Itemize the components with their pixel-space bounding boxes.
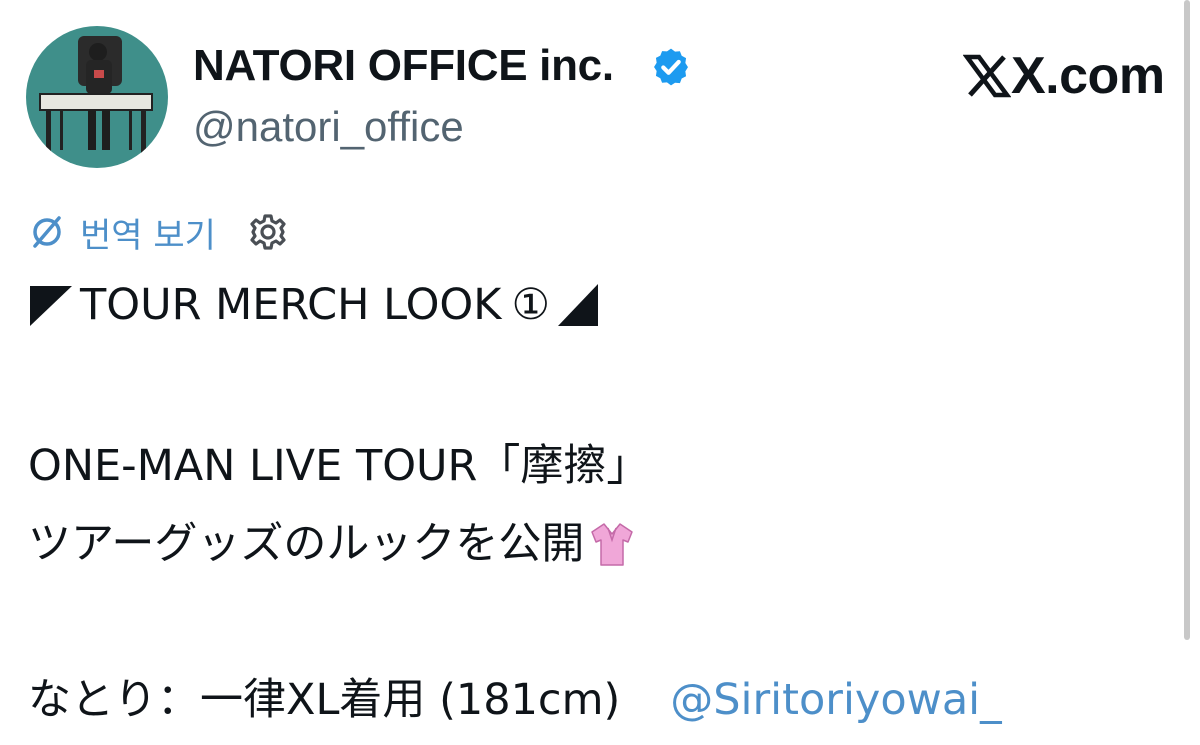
post-card: NATORI OFFICE inc. @natori_office X.com … bbox=[0, 0, 1200, 745]
goods-text: ツアーグッズのルックを公開 bbox=[28, 519, 585, 569]
post-line-tour: ONE-MAN LIVE TOUR「摩擦」 bbox=[28, 441, 650, 491]
title-text: TOUR MERCH LOOK bbox=[80, 280, 502, 330]
translate-button[interactable]: 번역 보기 bbox=[80, 208, 216, 257]
translate-row: 번역 보기 bbox=[28, 208, 288, 257]
circled-number: ① bbox=[511, 280, 551, 330]
translate-slash-icon bbox=[33, 216, 61, 248]
x-logo-icon bbox=[963, 54, 1011, 98]
post-line-goods: ツアーグッズのルックを公開 bbox=[28, 516, 636, 572]
mention-link[interactable]: @Siritoriyowai_ bbox=[670, 672, 1001, 728]
author-handle[interactable]: @natori_office bbox=[193, 101, 464, 153]
source-logo-text: X.com bbox=[1011, 47, 1165, 105]
source-logo: X.com bbox=[963, 48, 1165, 104]
post-line-title: TOUR MERCH LOOK ① bbox=[28, 277, 600, 333]
scrollbar[interactable] bbox=[1184, 0, 1190, 640]
corner-bracket-bottom-right-icon bbox=[558, 284, 599, 326]
post-line-wear: なとり：一律XL着用 (181cm) @Siritoriyowai_ bbox=[28, 672, 1002, 728]
gear-icon[interactable] bbox=[248, 212, 288, 252]
avatar[interactable] bbox=[26, 26, 168, 168]
verified-badge-icon bbox=[654, 48, 688, 86]
blouse-icon bbox=[591, 523, 634, 566]
wear-text: なとり：一律XL着用 (181cm) bbox=[28, 675, 621, 725]
avatar-illustration bbox=[26, 26, 168, 168]
corner-bracket-top-left-icon bbox=[30, 286, 72, 326]
display-name[interactable]: NATORI OFFICE inc. bbox=[193, 40, 614, 92]
